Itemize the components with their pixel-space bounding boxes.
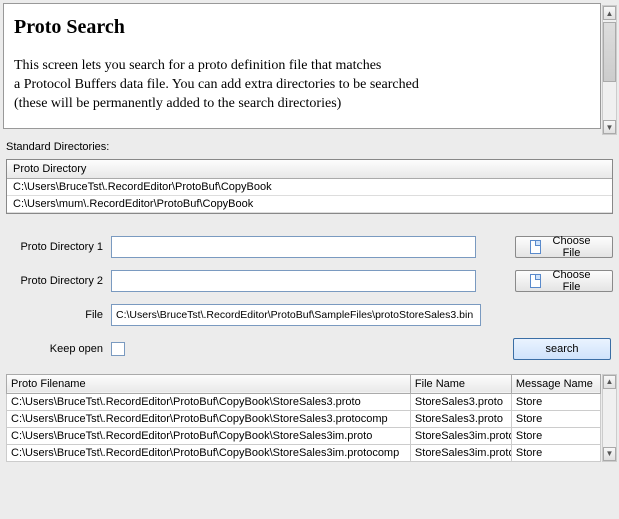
- scroll-down-icon[interactable]: ▼: [603, 447, 616, 461]
- search-button[interactable]: search: [513, 338, 611, 360]
- table-cell: Store: [511, 410, 600, 427]
- choose-file-1-button[interactable]: Choose File: [515, 236, 613, 258]
- proto-dir-2-label: Proto Directory 2: [6, 275, 111, 287]
- scroll-down-icon[interactable]: ▼: [603, 120, 616, 134]
- std-dir-row[interactable]: C:\Users\mum\.RecordEditor\ProtoBuf\Copy…: [7, 196, 612, 213]
- table-row[interactable]: C:\Users\BruceTst\.RecordEditor\ProtoBuf…: [7, 427, 601, 444]
- col-proto-filename[interactable]: Proto Filename: [7, 374, 411, 393]
- page-scrollbar[interactable]: ▲ ▼: [602, 5, 617, 135]
- page-title: Proto Search: [14, 16, 590, 39]
- table-cell: Store: [511, 444, 600, 461]
- keep-open-checkbox[interactable]: [111, 342, 125, 356]
- results-table: Proto Filename File Name Message Name C:…: [6, 374, 601, 462]
- page-description: This screen lets you search for a proto …: [14, 57, 590, 114]
- standard-directories-label: Standard Directories:: [6, 141, 619, 153]
- table-cell: StoreSales3.proto: [410, 410, 511, 427]
- proto-dir-2-input[interactable]: [111, 270, 476, 292]
- table-cell: C:\Users\BruceTst\.RecordEditor\ProtoBuf…: [7, 427, 411, 444]
- header-panel: Proto Search This screen lets you search…: [3, 3, 601, 129]
- table-cell: Store: [511, 393, 600, 410]
- scroll-up-icon[interactable]: ▲: [603, 6, 616, 20]
- scroll-up-icon[interactable]: ▲: [603, 375, 616, 389]
- table-cell: C:\Users\BruceTst\.RecordEditor\ProtoBuf…: [7, 393, 411, 410]
- std-dir-row[interactable]: C:\Users\BruceTst\.RecordEditor\ProtoBuf…: [7, 179, 612, 196]
- keep-open-label: Keep open: [6, 343, 111, 355]
- results-scrollbar[interactable]: ▲ ▼: [602, 374, 617, 462]
- file-icon: [530, 240, 541, 254]
- results-header-row: Proto Filename File Name Message Name: [7, 374, 601, 393]
- form-area: Proto Directory 1 Choose File Proto Dire…: [6, 236, 613, 326]
- file-icon: [530, 274, 541, 288]
- table-row[interactable]: C:\Users\BruceTst\.RecordEditor\ProtoBuf…: [7, 410, 601, 427]
- col-message-name[interactable]: Message Name: [511, 374, 600, 393]
- table-cell: Store: [511, 427, 600, 444]
- standard-directories-table: Proto Directory C:\Users\BruceTst\.Recor…: [6, 159, 613, 214]
- std-dir-header: Proto Directory: [7, 160, 612, 179]
- table-cell: C:\Users\BruceTst\.RecordEditor\ProtoBuf…: [7, 444, 411, 461]
- file-label: File: [6, 309, 111, 321]
- table-row[interactable]: C:\Users\BruceTst\.RecordEditor\ProtoBuf…: [7, 393, 601, 410]
- table-cell: C:\Users\BruceTst\.RecordEditor\ProtoBuf…: [7, 410, 411, 427]
- proto-dir-1-label: Proto Directory 1: [6, 241, 111, 253]
- table-cell: StoreSales3im.proto: [410, 444, 511, 461]
- proto-dir-1-input[interactable]: [111, 236, 476, 258]
- choose-file-2-button[interactable]: Choose File: [515, 270, 613, 292]
- table-cell: StoreSales3.proto: [410, 393, 511, 410]
- file-input[interactable]: [111, 304, 481, 326]
- table-row[interactable]: C:\Users\BruceTst\.RecordEditor\ProtoBuf…: [7, 444, 601, 461]
- scroll-thumb[interactable]: [603, 22, 616, 82]
- col-file-name[interactable]: File Name: [410, 374, 511, 393]
- table-cell: StoreSales3im.proto: [410, 427, 511, 444]
